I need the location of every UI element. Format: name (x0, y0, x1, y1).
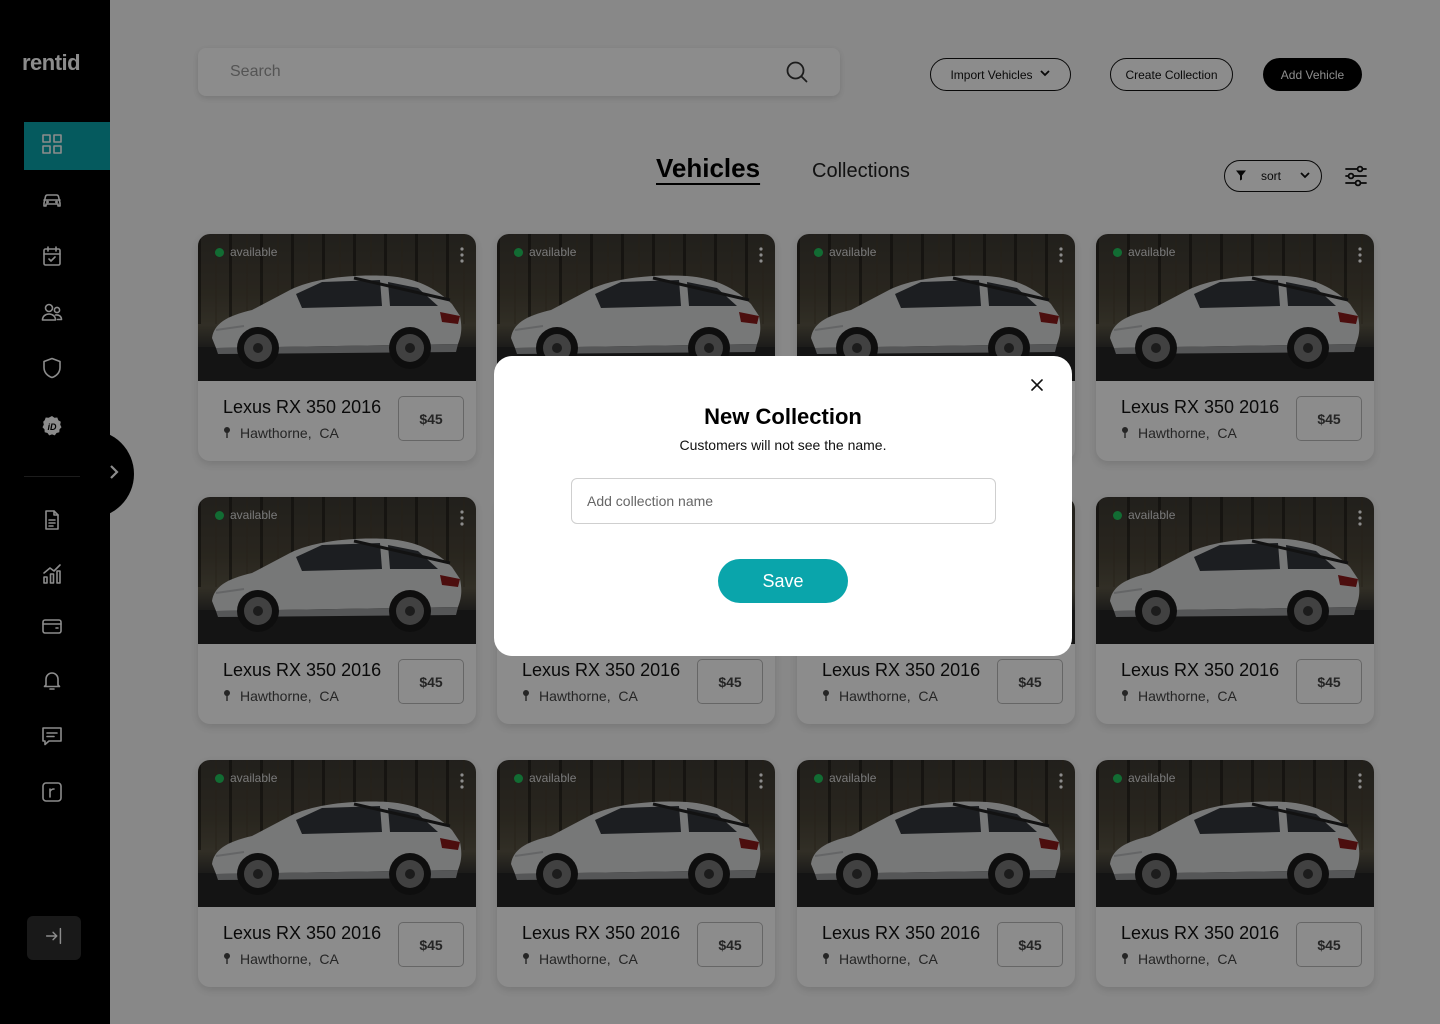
save-button[interactable]: Save (718, 559, 848, 603)
modal-title: New Collection (704, 404, 862, 429)
new-collection-modal: New Collection Customers will not see th… (494, 356, 1072, 656)
collection-name-input[interactable] (571, 478, 996, 524)
close-icon[interactable] (1028, 376, 1046, 394)
modal-subtitle: Customers will not see the name. (679, 437, 887, 453)
